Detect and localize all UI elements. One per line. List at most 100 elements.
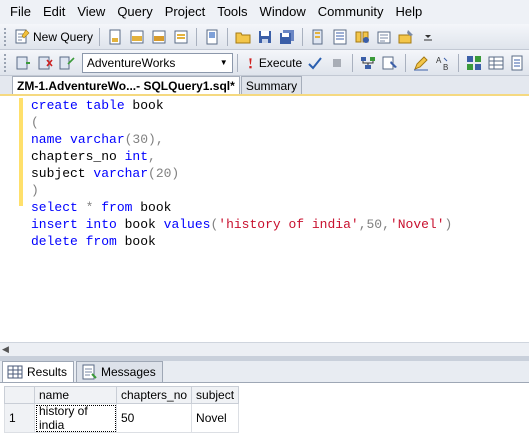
parse-button[interactable]	[304, 52, 326, 74]
menu-tools[interactable]: Tools	[211, 0, 253, 24]
menu-help[interactable]: Help	[390, 0, 429, 24]
code-line[interactable]: delete from book	[31, 233, 452, 250]
menu-view[interactable]: View	[71, 0, 111, 24]
results-to-file-button[interactable]	[507, 52, 529, 74]
results-tab-strip: Results Messages	[0, 361, 529, 383]
change-connection-button[interactable]	[56, 52, 78, 74]
code-line[interactable]: create table book	[31, 97, 452, 114]
change-connection-icon	[59, 56, 75, 69]
open-file-button[interactable]	[232, 26, 254, 48]
results-grid-area: name chapters_no subject 1 history of in…	[0, 383, 529, 435]
results-grid[interactable]: name chapters_no subject 1 history of in…	[4, 386, 240, 433]
code-token: chapters_no	[31, 149, 125, 164]
column-header-chapters-no[interactable]: chapters_no	[115, 386, 193, 404]
code-line[interactable]: select * from book	[31, 199, 452, 216]
specify-values-button[interactable]	[410, 52, 432, 74]
code-line[interactable]: )	[31, 182, 452, 199]
menu-window[interactable]: Window	[254, 0, 312, 24]
menu-edit[interactable]: Edit	[37, 0, 71, 24]
xmla-query-button[interactable]	[170, 26, 192, 48]
folder-open-icon	[235, 32, 251, 43]
tab-results[interactable]: Results	[2, 361, 75, 382]
sql-editor-toolbar: AdventureWorks ▼ Execute AB	[0, 50, 529, 76]
query-designer-icon	[382, 56, 398, 69]
database-dropdown-value: AdventureWorks	[86, 55, 176, 70]
toolbar-separator	[236, 53, 238, 72]
toolbar-separator	[196, 27, 198, 46]
cell-name[interactable]: history of india	[34, 403, 117, 433]
code-line[interactable]: subject varchar(20)	[31, 165, 452, 182]
table-row[interactable]: 1 history of india 50 Novel	[4, 403, 240, 433]
registered-servers-icon	[312, 29, 323, 44]
scroll-left-icon[interactable]: ◀	[2, 344, 9, 355]
database-dropdown[interactable]: AdventureWorks ▼	[81, 52, 233, 73]
database-engine-query-button[interactable]	[104, 26, 126, 48]
code-token: ,	[148, 149, 156, 164]
results-to-grid-button[interactable]	[485, 52, 507, 74]
standard-toolbar: New Query	[0, 24, 529, 50]
disconnect-button[interactable]	[34, 52, 56, 74]
intellisense-button[interactable]: AB	[432, 52, 454, 74]
code-line[interactable]: insert into book values('history of indi…	[31, 216, 452, 233]
template-explorer-button[interactable]	[351, 26, 373, 48]
cell-subject[interactable]: Novel	[191, 403, 240, 433]
tab-sqlquery1[interactable]: ZM-1.AdventureWo...- SQLQuery1.sql*	[12, 76, 240, 94]
estimated-plan-button[interactable]	[357, 52, 379, 74]
row-number-header[interactable]	[4, 386, 35, 404]
row-number[interactable]: 1	[4, 403, 35, 433]
analysis-query-button[interactable]	[126, 26, 148, 48]
intellisense-icon: AB	[436, 56, 448, 71]
tab-messages[interactable]: Messages	[76, 361, 163, 382]
object-explorer-icon	[333, 29, 347, 44]
column-header-name[interactable]: name	[34, 386, 117, 404]
connect-button[interactable]	[12, 52, 34, 74]
sql-editor[interactable]: create table book(name varchar(30), chapt…	[0, 96, 529, 342]
column-header-subject[interactable]: subject	[191, 386, 240, 404]
menu-query[interactable]: Query	[111, 0, 158, 24]
code-token: delete from	[31, 234, 125, 249]
grid-header-row: name chapters_no subject	[4, 386, 240, 404]
new-query-button[interactable]: New Query	[12, 26, 95, 48]
registered-servers-button[interactable]	[307, 26, 329, 48]
code-line[interactable]: (	[31, 114, 452, 131]
menu-project[interactable]: Project	[159, 0, 211, 24]
code-line[interactable]: chapters_no int,	[31, 148, 452, 165]
toolbar-grip[interactable]	[4, 53, 8, 72]
code-token: subject	[31, 166, 94, 181]
code-area[interactable]: create table book(name varchar(30), chapt…	[31, 97, 452, 250]
tab-summary[interactable]: Summary	[240, 76, 303, 94]
editor-horizontal-scrollbar[interactable]: ◀	[0, 342, 529, 356]
object-explorer-button[interactable]	[329, 26, 351, 48]
toolbar-grip[interactable]	[4, 27, 8, 46]
dmx-query-icon	[152, 30, 166, 43]
code-line[interactable]: name varchar(30),	[31, 131, 452, 148]
save-all-button[interactable]	[276, 26, 298, 48]
toolbar-overflow-button[interactable]	[417, 26, 439, 48]
dmx-query-button[interactable]	[148, 26, 170, 48]
sql-mobile-query-button[interactable]	[201, 26, 223, 48]
cell-chapters-no[interactable]: 50	[115, 403, 193, 433]
toolbar-separator	[99, 27, 101, 46]
execute-icon	[248, 57, 252, 68]
svg-text:A: A	[436, 56, 442, 65]
cancel-query-button[interactable]	[326, 52, 348, 74]
query-designer-button[interactable]	[379, 52, 401, 74]
pencil-icon	[414, 55, 429, 70]
document-tab-strip: ZM-1.AdventureWo...- SQLQuery1.sql* Summ…	[0, 76, 529, 96]
execute-button[interactable]: Execute	[242, 52, 305, 74]
results-to-text-icon	[467, 55, 481, 70]
save-all-icon	[280, 29, 295, 44]
new-query-label: New Query	[33, 29, 94, 44]
menu-community[interactable]: Community	[312, 0, 390, 24]
properties-button[interactable]	[373, 26, 395, 48]
menu-file[interactable]: File	[4, 0, 37, 24]
menu-bar: File Edit View Query Project Tools Windo…	[0, 0, 529, 24]
code-token: from	[101, 200, 141, 215]
code-token: (	[31, 115, 39, 130]
document-query-icon	[109, 29, 121, 44]
chevron-down-icon: ▼	[219, 58, 228, 67]
toolbox-button[interactable]	[395, 26, 417, 48]
results-to-text-button[interactable]	[463, 52, 485, 74]
messages-icon	[82, 364, 97, 380]
save-button[interactable]	[254, 26, 276, 48]
